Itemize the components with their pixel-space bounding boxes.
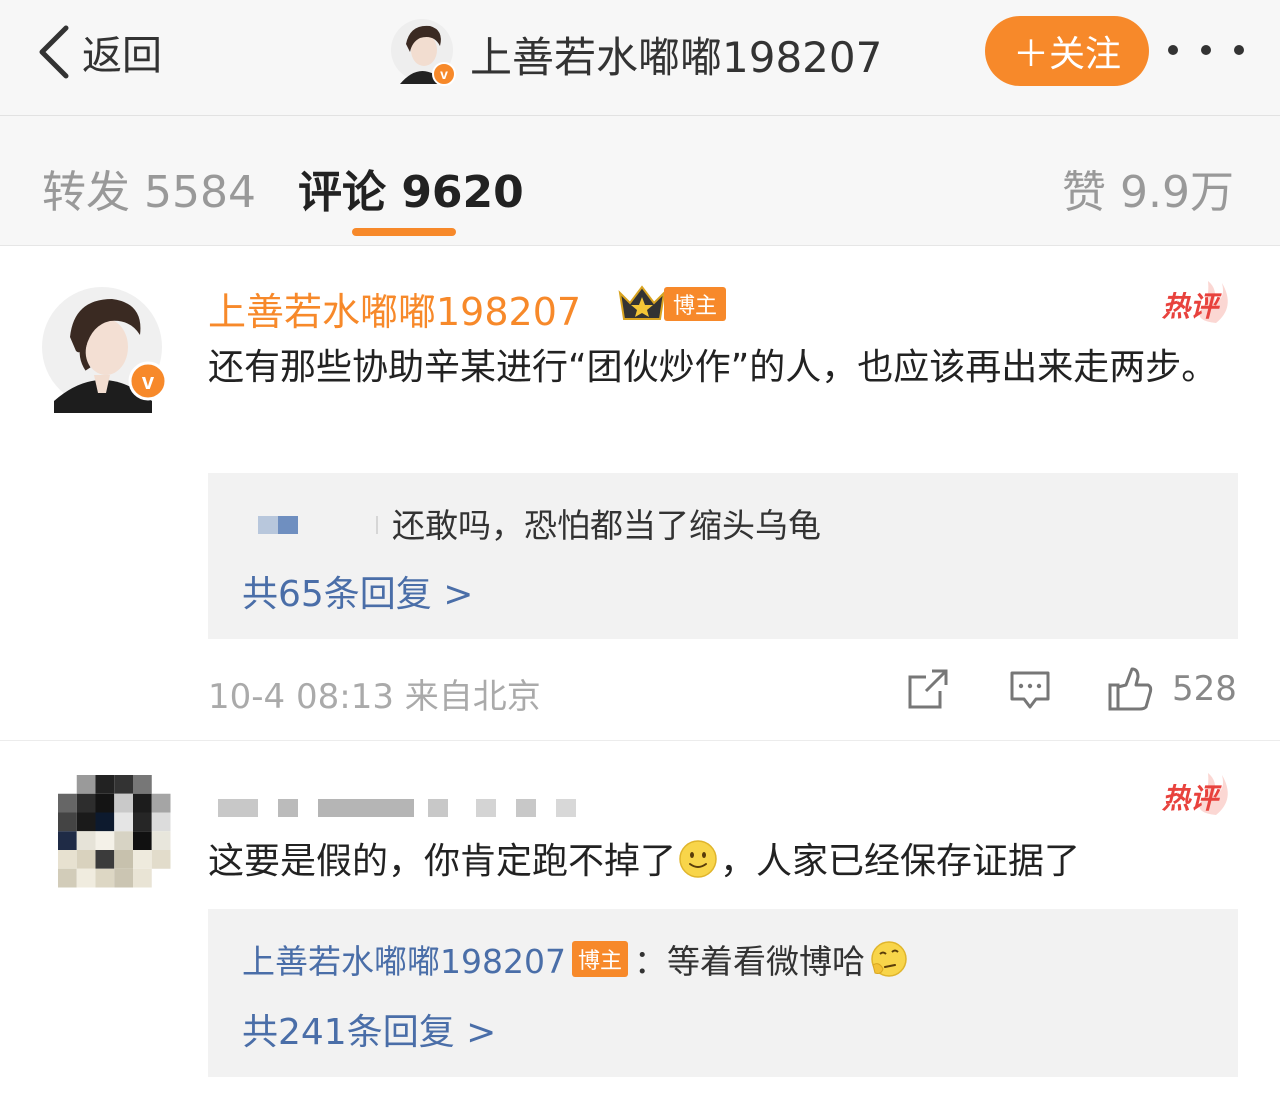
- tab-comment[interactable]: 评论 9620: [298, 156, 524, 220]
- hot-comment-tag: 热评: [1156, 277, 1236, 325]
- comment-text-part: ，人家已经保存证据了: [720, 841, 1081, 882]
- commenter-avatar[interactable]: v: [40, 285, 168, 413]
- page-title: 上善若水嘟嘟198207: [470, 33, 883, 82]
- svg-text:v: v: [440, 66, 448, 82]
- more-dot-icon: [1201, 45, 1211, 55]
- more-dot-icon: [1168, 45, 1178, 55]
- top-navigation-bar: 返回 v 上善若水嘟嘟198207 ＋关注: [0, 0, 1280, 116]
- reply-username[interactable]: 上善若水嘟嘟198207: [242, 935, 566, 983]
- comment-text-part: 这要是假的，你肯定跑不掉了: [208, 841, 677, 882]
- more-dot-icon: [1234, 45, 1244, 55]
- author-badge: 博主: [571, 941, 628, 977]
- follow-button[interactable]: ＋关注: [985, 16, 1149, 86]
- reply-preview-box[interactable]: 上善若水嘟嘟198207 博主 ：等着看微博哈 共241条回复 >: [208, 909, 1238, 1077]
- svg-text:v: v: [142, 369, 155, 394]
- back-label: 返回: [82, 33, 162, 79]
- crown-icon: [618, 285, 666, 320]
- view-replies-link[interactable]: 共241条回复 >: [242, 1003, 496, 1055]
- more-options-button[interactable]: [1168, 38, 1244, 62]
- reply-preview-text: 还敢吗，恐怕都当了缩头乌龟: [392, 506, 821, 545]
- comment-text: 这要是假的，你肯定跑不掉了 ，人家已经保存证据了: [208, 833, 1218, 891]
- comment-icon[interactable]: [1006, 665, 1054, 713]
- active-tab-indicator: [352, 228, 456, 236]
- comment-item: v 上善若水嘟嘟198207 博主 热评 还有那些协助辛某进行“团伙炒作”的人，…: [0, 247, 1280, 739]
- like-count: 528: [1172, 669, 1237, 709]
- comment-timestamp-location: 10-4 08:13 来自北京: [208, 677, 541, 717]
- reply-preview-text: ：等着看微博哈: [634, 942, 865, 981]
- comment-username[interactable]: 上善若水嘟嘟198207: [208, 281, 581, 336]
- reply-preview-box[interactable]: 还敢吗，恐怕都当了缩头乌龟 共65条回复 >: [208, 473, 1238, 639]
- hot-comment-label: 热评: [1162, 782, 1219, 815]
- like-icon[interactable]: [1106, 665, 1154, 713]
- hot-comment-label: 热评: [1162, 290, 1219, 323]
- smile-emoji-icon: [679, 840, 717, 878]
- share-icon[interactable]: [904, 665, 952, 713]
- tab-like[interactable]: 赞 9.9万: [1062, 156, 1234, 220]
- author-badge: 博主: [664, 287, 726, 321]
- hot-comment-tag: 热评: [1156, 769, 1236, 817]
- interaction-tabs: 转发 5584 评论 9620 赞 9.9万: [0, 116, 1280, 246]
- blurred-username[interactable]: [218, 799, 578, 819]
- comment-text: 还有那些协助辛某进行“团伙炒作”的人，也应该再出来走两步。: [208, 347, 1218, 388]
- blurred-username: [242, 508, 378, 538]
- view-replies-link[interactable]: 共65条回复 >: [242, 565, 473, 617]
- back-button[interactable]: 返回: [34, 22, 162, 82]
- commenter-avatar[interactable]: [58, 775, 178, 895]
- tab-repost[interactable]: 转发 5584: [42, 156, 256, 220]
- comment-item: 热评 这要是假的，你肯定跑不掉了 ，人家已经保存证据了 上善若水嘟嘟198207…: [0, 740, 1280, 1104]
- thinking-emoji-icon: [871, 941, 907, 977]
- chevron-left-icon: [39, 25, 69, 79]
- header-avatar[interactable]: v: [390, 18, 456, 86]
